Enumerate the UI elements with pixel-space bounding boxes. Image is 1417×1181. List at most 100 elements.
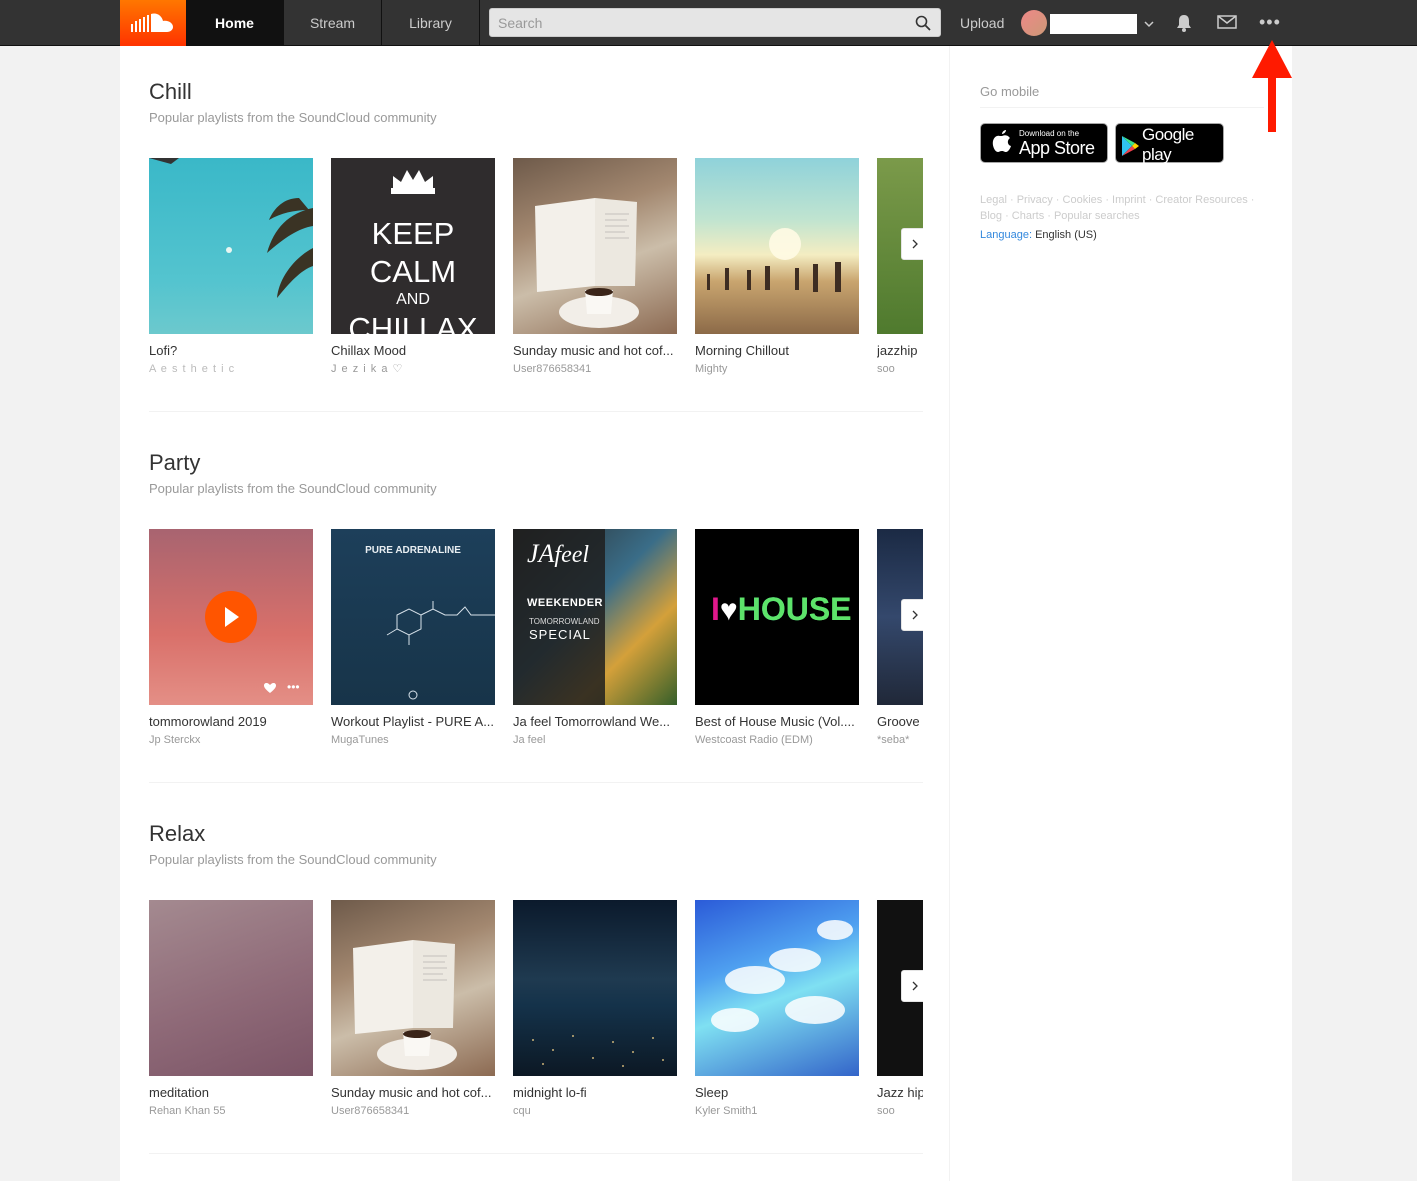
playlist-user[interactable]: Westcoast Radio (EDM): [695, 733, 859, 747]
section-party: Party Popular playlists from the SoundCl…: [149, 449, 923, 783]
playlist-title[interactable]: Chillax Mood: [331, 343, 495, 359]
playlist-title[interactable]: tommorowland 2019: [149, 714, 313, 730]
playlist-tile[interactable]: ••• tommorowland 2019 Jp Sterckx: [149, 529, 313, 747]
keep-calm-line-2: CALM: [370, 254, 456, 289]
chevron-down-icon[interactable]: [1144, 16, 1154, 34]
playlist-user[interactable]: J e z i k a ♡: [331, 362, 495, 376]
more-options-icon[interactable]: •••: [287, 681, 300, 693]
playlist-tile[interactable]: Morning Chillout Mighty: [695, 158, 859, 376]
playlist-tile[interactable]: JAfeel WEEKENDER TOMORROWLAND SPECIAL Ja…: [513, 529, 677, 747]
playlist-user[interactable]: Kyler Smith1: [695, 1104, 859, 1118]
playlist-tile[interactable]: Sunday music and hot cof... User87665834…: [513, 158, 677, 376]
like-heart-icon[interactable]: [263, 681, 277, 699]
chevron-right-icon: [912, 239, 918, 249]
playlist-user[interactable]: cqu: [513, 1104, 677, 1118]
playlist-artwork[interactable]: [149, 900, 313, 1076]
playlist-user[interactable]: Ja feel: [513, 733, 677, 747]
playlist-tile[interactable]: Sunday music and hot cof... User87665834…: [331, 900, 495, 1118]
google-play-small-text: GET IT ON: [1162, 115, 1202, 125]
playlist-tile[interactable]: Lofi? A e s t h e t i c: [149, 158, 313, 376]
playlist-tile[interactable]: PURE ADRENALINE Workout Playlist - PURE …: [331, 529, 495, 747]
playlist-title[interactable]: Ja feel Tomorrowland We...: [513, 714, 677, 730]
playlist-user[interactable]: A e s t h e t i c: [149, 362, 313, 376]
playlist-title[interactable]: Workout Playlist - PURE A...: [331, 714, 495, 730]
play-icon: [225, 607, 239, 627]
playlist-artwork[interactable]: KEEP CALM AND CHILLAX: [331, 158, 495, 334]
footer-links-line-2[interactable]: Blog · Charts · Popular searches: [980, 208, 1264, 224]
artwork-logo-text: I♥HOUSE: [711, 591, 852, 627]
playlist-artwork[interactable]: •••: [149, 529, 313, 705]
tab-stream[interactable]: Stream: [284, 0, 382, 46]
playlist-user[interactable]: soo: [877, 362, 923, 376]
playlist-artwork[interactable]: PURE ADRENALINE: [331, 529, 495, 705]
playlist-user[interactable]: Rehan Khan 55: [149, 1104, 313, 1118]
footer-links-line-1[interactable]: Legal · Privacy · Cookies · Imprint · Cr…: [980, 192, 1264, 208]
playlist-title[interactable]: Groove: [877, 714, 923, 730]
language-label[interactable]: Language:: [980, 229, 1032, 241]
google-play-badge[interactable]: GET IT ON Google play: [1115, 116, 1224, 164]
carousel-next-button[interactable]: [901, 228, 923, 260]
playlist-title[interactable]: meditation: [149, 1085, 313, 1101]
carousel-next-button[interactable]: [901, 970, 923, 1002]
playlist-artwork[interactable]: [149, 158, 313, 334]
playlist-tile[interactable]: KEEP CALM AND CHILLAX Chillax Mood J e z…: [331, 158, 495, 376]
playlist-title[interactable]: Lofi?: [149, 343, 313, 359]
playlist-artwork[interactable]: [513, 158, 677, 334]
upload-link[interactable]: Upload: [960, 0, 1004, 46]
search-icon[interactable]: [915, 15, 931, 36]
section-divider: [149, 411, 923, 412]
username-label[interactable]: [1050, 14, 1137, 34]
playlist-title[interactable]: jazzhip: [877, 343, 923, 359]
keep-calm-line-1: KEEP: [372, 216, 455, 251]
section-divider: [149, 1153, 923, 1154]
play-button[interactable]: [205, 591, 257, 643]
playlist-user[interactable]: User876658341: [331, 1104, 495, 1118]
playlist-user[interactable]: Jp Sterckx: [149, 733, 313, 747]
playlist-title[interactable]: Morning Chillout: [695, 343, 859, 359]
playlist-user[interactable]: *seba*: [877, 733, 923, 747]
playlist-title[interactable]: midnight lo-fi: [513, 1085, 677, 1101]
discover-main: Chill Popular playlists from the SoundCl…: [120, 46, 950, 1181]
playlist-tile[interactable]: midnight lo-fi cqu: [513, 900, 677, 1118]
section-subtitle: Popular playlists from the SoundCloud co…: [149, 110, 437, 125]
app-store-big-text: App Store: [1019, 137, 1095, 158]
playlist-tile[interactable]: Groove *seba*: [877, 529, 923, 747]
playlist-title[interactable]: Best of House Music (Vol....: [695, 714, 859, 730]
playlist-user[interactable]: MugaTunes: [331, 733, 495, 747]
playlist-title[interactable]: Jazz hip: [877, 1085, 923, 1101]
playlist-artwork[interactable]: JAfeel WEEKENDER TOMORROWLAND SPECIAL: [513, 529, 677, 705]
playlist-carousel: meditation Rehan Khan 55 Sunday music an…: [149, 900, 923, 1130]
playlist-artwork[interactable]: [331, 900, 495, 1076]
apple-icon: [991, 128, 1013, 159]
section-subtitle: Popular playlists from the SoundCloud co…: [149, 852, 437, 867]
playlist-tile[interactable]: I♥HOUSE Best of House Music (Vol.... Wes…: [695, 529, 859, 747]
playlist-tile[interactable]: Sleep Kyler Smith1: [695, 900, 859, 1118]
app-store-badge[interactable]: Download on the App Store: [980, 123, 1108, 163]
artwork-caption: SPECIAL: [529, 627, 591, 642]
soundcloud-logo-icon[interactable]: [120, 0, 186, 46]
tab-library[interactable]: Library: [382, 0, 480, 46]
carousel-next-button[interactable]: [901, 599, 923, 631]
section-divider: [149, 782, 923, 783]
playlist-title[interactable]: Sunday music and hot cof...: [331, 1085, 495, 1101]
notifications-bell-icon[interactable]: [1175, 13, 1193, 38]
playlist-user[interactable]: Mighty: [695, 362, 859, 376]
playlist-title[interactable]: Sunday music and hot cof...: [513, 343, 677, 359]
playlist-tile[interactable]: meditation Rehan Khan 55: [149, 900, 313, 1118]
playlist-artwork[interactable]: [513, 900, 677, 1076]
playlist-user[interactable]: User876658341: [513, 362, 677, 376]
messages-envelope-icon[interactable]: [1217, 14, 1237, 35]
playlist-artwork[interactable]: [695, 158, 859, 334]
language-selector[interactable]: Language: English (US): [980, 229, 1097, 241]
more-options-icon[interactable]: •••: [1259, 12, 1283, 32]
playlist-artwork[interactable]: I♥HOUSE: [695, 529, 859, 705]
playlist-tile[interactable]: jazzhip soo: [877, 158, 923, 376]
playlist-title[interactable]: Sleep: [695, 1085, 859, 1101]
search-input[interactable]: [490, 9, 940, 36]
tab-home[interactable]: Home: [186, 0, 284, 46]
playlist-tile[interactable]: Jazz hip soo: [877, 900, 923, 1118]
playlist-artwork[interactable]: [695, 900, 859, 1076]
playlist-user[interactable]: soo: [877, 1104, 923, 1118]
user-avatar[interactable]: [1021, 10, 1047, 36]
section-subtitle: Popular playlists from the SoundCloud co…: [149, 481, 437, 496]
